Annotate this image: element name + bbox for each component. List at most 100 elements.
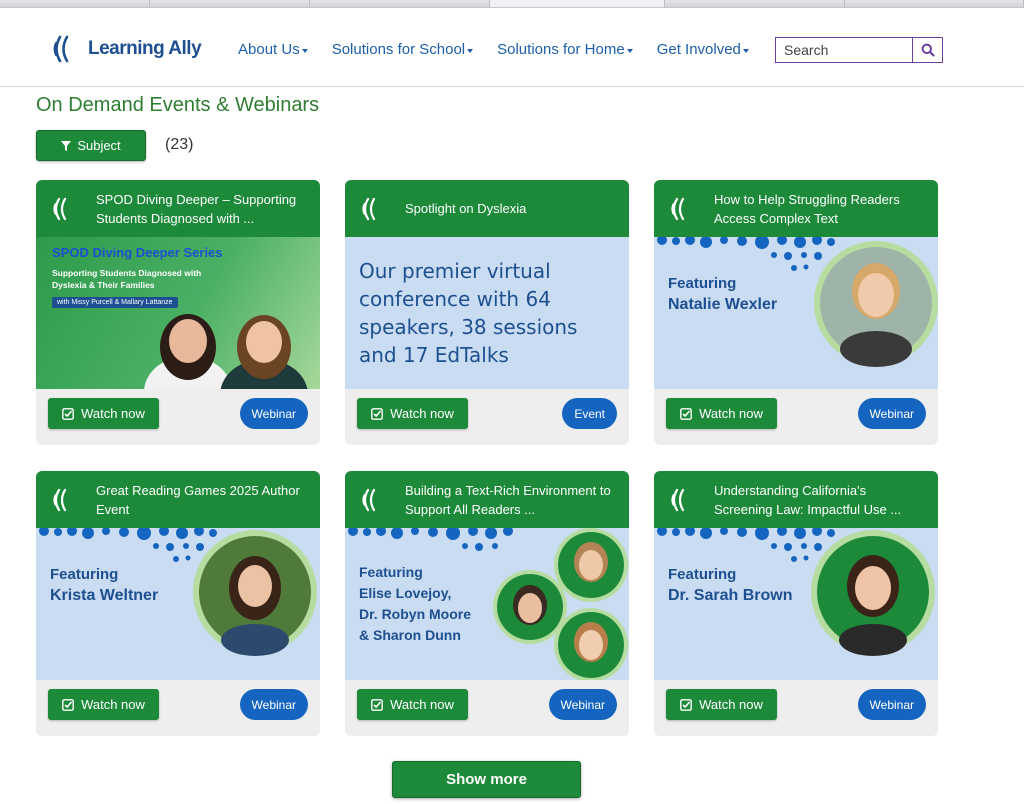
event-card: SPOD Diving Deeper – Supporting Students… [36, 180, 320, 445]
card-image[interactable]: Featuring Krista Weltner [36, 528, 320, 680]
nav-get-involved[interactable]: Get Involved [657, 41, 749, 58]
card-title: Great Reading Games 2025 Author Event [96, 482, 300, 517]
featuring-label: Featuring [359, 564, 423, 580]
card-header[interactable]: How to Help Struggling Readers Access Co… [654, 180, 938, 237]
card-header[interactable]: Understanding California's Screening Law… [654, 471, 938, 528]
event-type-badge: Webinar [857, 398, 926, 429]
featuring-label: Featuring [50, 566, 119, 583]
search-icon [921, 43, 935, 57]
card-header[interactable]: Great Reading Games 2025 Author Event [36, 471, 320, 528]
caret-down-icon [301, 48, 308, 53]
card-image[interactable]: Featuring Natalie Wexler [654, 237, 938, 389]
speaker-name: Dr. Robyn Moore [359, 606, 472, 622]
browser-tab[interactable] [150, 0, 310, 7]
card-header[interactable]: Spotlight on Dyslexia [345, 180, 629, 237]
watch-now-button[interactable]: Watch now [48, 398, 159, 429]
checkbox-check-icon [680, 698, 692, 711]
caret-down-icon [467, 48, 474, 53]
site-header: Learning Ally About Us Solutions for Sch… [0, 8, 1024, 87]
checkbox-check-icon [680, 407, 692, 420]
featuring-text: Featuring Elise Lovejoy, Dr. Robyn Moore… [359, 562, 471, 646]
presenters-photo-icon [144, 314, 308, 389]
checkbox-check-icon [62, 698, 74, 711]
card-title: SPOD Diving Deeper – Supporting Students… [96, 191, 297, 226]
event-card: Understanding California's Screening Law… [654, 471, 938, 736]
page-title: On Demand Events & Webinars [36, 94, 320, 116]
featuring-label: Featuring [668, 275, 737, 292]
browser-tab[interactable] [490, 0, 665, 7]
event-type-badge: Webinar [857, 689, 926, 720]
event-card: Great Reading Games 2025 Author Event Fe… [36, 471, 320, 736]
event-card: Building a Text-Rich Environment to Supp… [345, 471, 629, 736]
logo-text: Learning Ally [88, 38, 202, 59]
learning-ally-mark-icon [671, 488, 685, 511]
event-type-badge: Event [562, 398, 617, 429]
subject-filter-button[interactable]: Subject [36, 130, 146, 161]
event-card: How to Help Struggling Readers Access Co… [654, 180, 938, 445]
search-input[interactable] [776, 38, 912, 62]
card-title: Understanding California's Screening Law… [714, 482, 902, 517]
learning-ally-logo-mark-icon [53, 35, 69, 63]
watch-now-label: Watch now [81, 406, 145, 421]
card-image[interactable]: Featuring Elise Lovejoy, Dr. Robyn Moore… [345, 528, 629, 680]
result-count: (23) [165, 136, 194, 153]
filter-icon [61, 140, 72, 151]
main-nav: About Us Solutions for School Solutions … [238, 41, 773, 58]
browser-tab-strip [0, 0, 1024, 8]
search-box [775, 37, 943, 63]
browser-tab[interactable] [310, 0, 490, 7]
card-image[interactable]: Featuring Dr. Sarah Brown [654, 528, 938, 680]
watch-now-label: Watch now [699, 406, 763, 421]
nav-label: Get Involved [656, 41, 741, 58]
learning-ally-mark-icon [53, 488, 67, 511]
featuring-text: Featuring Krista Weltner [50, 564, 158, 606]
nav-label: About Us [238, 41, 300, 58]
watch-now-label: Watch now [699, 697, 763, 712]
card-title: Building a Text-Rich Environment to Supp… [405, 482, 611, 517]
browser-tab[interactable] [665, 0, 845, 7]
learning-ally-mark-icon [362, 197, 376, 220]
learning-ally-mark-icon [362, 488, 376, 511]
watch-now-button[interactable]: Watch now [48, 689, 159, 720]
caret-down-icon [626, 48, 633, 53]
browser-tab[interactable] [0, 0, 150, 7]
checkbox-check-icon [371, 698, 383, 711]
speaker-name: Krista Weltner [50, 587, 159, 604]
watch-now-button[interactable]: Watch now [666, 689, 777, 720]
card-image[interactable]: Our premier virtual conference with 64 s… [345, 237, 629, 389]
featuring-text: Featuring Natalie Wexler [668, 273, 777, 315]
watch-now-label: Watch now [390, 406, 454, 421]
event-card: Spotlight on Dyslexia Our premier virtua… [345, 180, 629, 445]
watch-now-button[interactable]: Watch now [357, 689, 468, 720]
speaker-name: & Sharon Dunn [359, 627, 461, 643]
card-image[interactable]: SPOD Diving Deeper Series Supporting Stu… [36, 237, 320, 389]
card-title: How to Help Struggling Readers Access Co… [714, 191, 900, 226]
speaker-name: Natalie Wexler [668, 296, 778, 313]
browser-tab[interactable] [845, 0, 1024, 7]
site-logo[interactable]: Learning Ally [52, 34, 202, 64]
nav-label: Solutions for Home [497, 41, 625, 58]
speaker-name: Dr. Sarah Brown [668, 587, 793, 604]
card-title: Spotlight on Dyslexia [405, 201, 527, 216]
speaker-name: Elise Lovejoy, [359, 585, 452, 601]
watch-now-label: Watch now [81, 697, 145, 712]
nav-about-us[interactable]: About Us [238, 41, 308, 58]
search-button[interactable] [912, 38, 942, 62]
show-more-button[interactable]: Show more [392, 761, 581, 798]
watch-now-button[interactable]: Watch now [357, 398, 468, 429]
featuring-label: Featuring [668, 566, 737, 583]
event-type-badge: Webinar [548, 689, 617, 720]
nav-solutions-for-school[interactable]: Solutions for School [331, 41, 474, 58]
nav-label: Solutions for School [331, 41, 466, 58]
card-header[interactable]: SPOD Diving Deeper – Supporting Students… [36, 180, 320, 237]
nav-solutions-for-home[interactable]: Solutions for Home [497, 41, 633, 58]
watch-now-label: Watch now [390, 697, 454, 712]
checkbox-check-icon [371, 407, 383, 420]
event-type-badge: Webinar [239, 689, 308, 720]
filter-label: Subject [77, 138, 121, 153]
card-header[interactable]: Building a Text-Rich Environment to Supp… [345, 471, 629, 528]
featuring-text: Featuring Dr. Sarah Brown [668, 564, 792, 606]
watch-now-button[interactable]: Watch now [666, 398, 777, 429]
event-type-badge: Webinar [239, 398, 308, 429]
checkbox-check-icon [62, 407, 74, 420]
